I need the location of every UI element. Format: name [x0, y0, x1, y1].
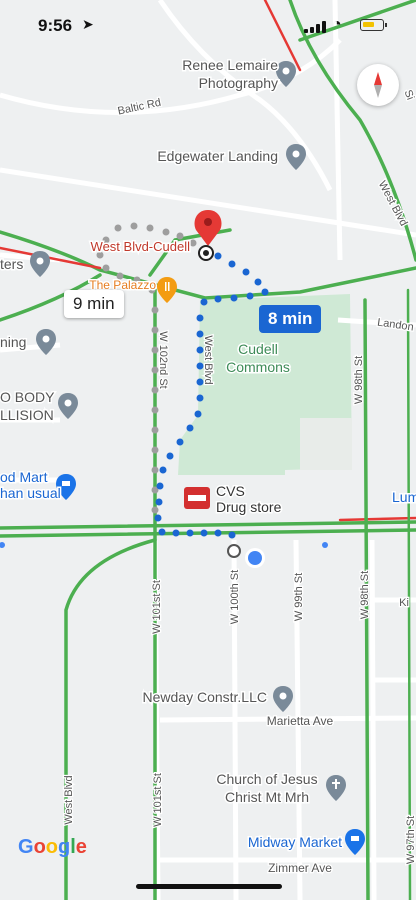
place-label-lum[interactable]: Lum — [391, 488, 416, 507]
place-label-westblvd_cudell[interactable]: West Blvd-Cudell — [89, 238, 192, 256]
cvs-logo-icon[interactable] — [184, 487, 210, 509]
status-time: 9:56 — [38, 16, 73, 35]
park-building — [300, 418, 352, 470]
street-label-w98a: W 98th St — [353, 356, 365, 404]
place-label-ning[interactable]: ning — [0, 333, 28, 352]
battery-icon — [360, 19, 387, 31]
street-label-w99: W 99th St — [293, 573, 305, 621]
poi-dot — [322, 542, 328, 548]
street-label-zimmer: Zimmer Ave — [268, 861, 332, 875]
street-label-w100: W 100th St — [229, 570, 241, 624]
map-canvas[interactable]: Renee Lemaire PhotographyEdgewater Landin… — [0, 0, 416, 900]
street-label-westblvd_s: West Blvd — [63, 775, 75, 824]
street-label-ki: Ki — [399, 597, 409, 609]
wifi-icon: ◔ — [332, 16, 342, 33]
street-label-w97: W 97th St — [405, 816, 416, 864]
compass-icon[interactable] — [357, 64, 399, 106]
location-arrow-icon: ➤ — [82, 16, 94, 32]
place-label-edgewater[interactable]: Edgewater Landing — [156, 147, 280, 166]
street-label-w98b: W 98th St — [359, 571, 371, 619]
my-location-dot — [248, 551, 262, 565]
place-label-ters[interactable]: ters — [0, 255, 25, 274]
place-label-midway[interactable]: Midway Market — [246, 833, 343, 852]
place-label-newday[interactable]: Newday Constr.LLC — [141, 688, 269, 707]
street-label-westblvd_v: West Blvd — [202, 335, 214, 384]
street-label-marietta: Marietta Ave — [267, 714, 334, 728]
street-label-w101b: W 101st St — [152, 773, 164, 827]
home-indicator — [136, 884, 282, 889]
street-label-w101: W 101st St — [151, 580, 163, 634]
status-bar: 9:56 ➤ ◔ — [0, 0, 416, 52]
route-alt-duration[interactable]: 9 min — [64, 290, 124, 318]
route-main-duration[interactable]: 8 min — [259, 305, 322, 333]
signal-icon — [304, 21, 326, 33]
route-origin-marker — [227, 544, 241, 558]
google-logo: Google — [18, 836, 87, 858]
street-label-w102: W 102nd St — [157, 331, 169, 388]
